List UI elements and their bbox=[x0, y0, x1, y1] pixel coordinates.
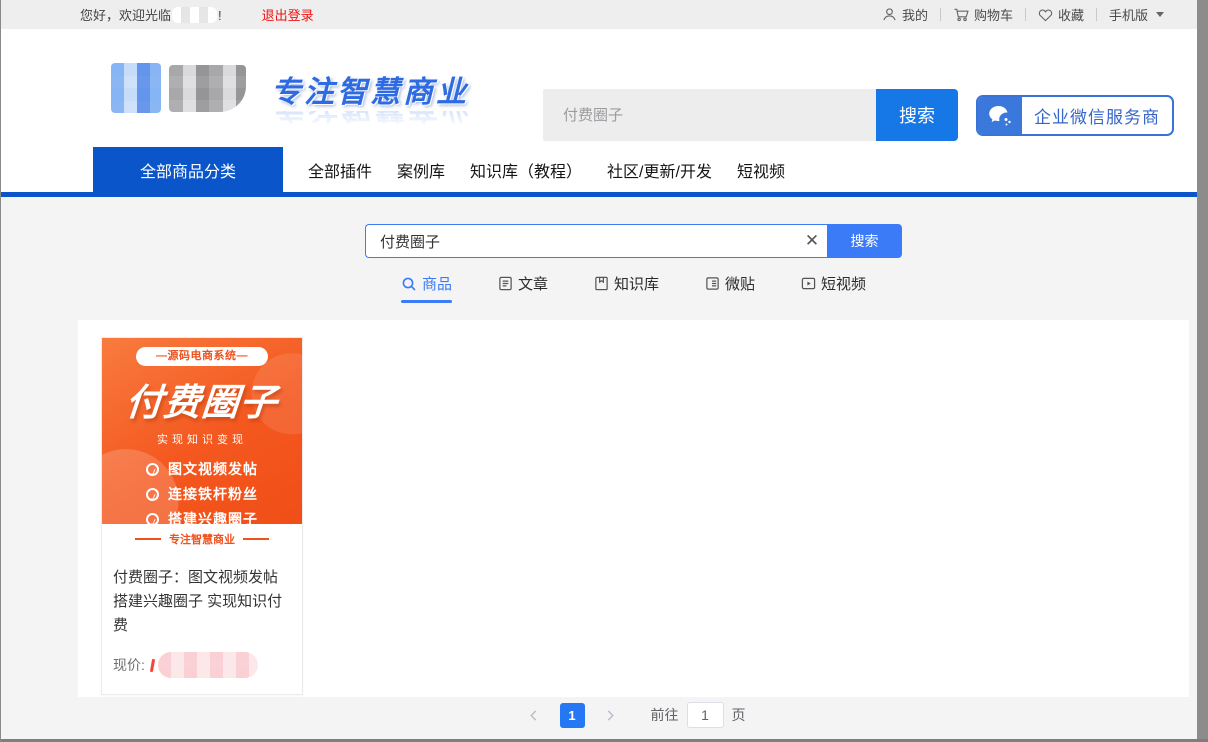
product-image: —源码电商系统— 付费圈子 实现知识变现 图文视频发帖 连接铁杆粉丝 搭建兴趣圈… bbox=[102, 338, 302, 524]
prev-page-button[interactable] bbox=[522, 703, 546, 728]
divider bbox=[243, 538, 269, 540]
product-image-features: 图文视频发帖 连接铁杆粉丝 搭建兴趣圈子 自定义建圈权限 bbox=[102, 457, 302, 524]
product-image-badge: —源码电商系统— bbox=[136, 347, 268, 366]
my-account-label: 我的 bbox=[902, 5, 928, 24]
page-unit-label: 页 bbox=[732, 705, 746, 725]
favorites-label: 收藏 bbox=[1058, 5, 1084, 24]
product-image-title: 付费圈子 bbox=[102, 372, 302, 426]
price-label: 现价: bbox=[113, 655, 145, 675]
tab-shortvideo-label: 短视频 bbox=[821, 273, 866, 294]
result-search-button[interactable]: 搜索 bbox=[827, 224, 902, 258]
topbar-links: 我的 购物车 收藏 手机版 bbox=[882, 0, 1164, 29]
slogan-block: 专注智慧商业 专注智慧商业 bbox=[271, 67, 471, 133]
tab-articles-label: 文章 bbox=[518, 273, 548, 294]
tab-shortvideo[interactable]: 短视频 bbox=[801, 273, 866, 303]
goto-label: 前往 bbox=[651, 705, 679, 725]
header-search-input[interactable] bbox=[543, 89, 876, 141]
tab-articles[interactable]: 文章 bbox=[498, 273, 548, 303]
goto-page-group: 前往 页 bbox=[651, 702, 746, 728]
header-search: 搜索 bbox=[543, 89, 958, 141]
product-image-footer-text: 专注智慧商业 bbox=[169, 531, 235, 547]
check-circle-icon bbox=[145, 462, 161, 478]
product-card[interactable]: —源码电商系统— 付费圈子 实现知识变现 图文视频发帖 连接铁杆粉丝 搭建兴趣圈… bbox=[101, 337, 303, 695]
mobile-version-label: 手机版 bbox=[1109, 5, 1148, 24]
next-page-button[interactable] bbox=[599, 703, 623, 728]
nav-item-community[interactable]: 社区/更新/开发 bbox=[607, 158, 712, 182]
slogan-reflection: 专注智慧商业 bbox=[271, 111, 471, 133]
wecom-chat-icon bbox=[978, 97, 1022, 134]
cart-icon bbox=[953, 7, 969, 22]
logout-link[interactable]: 退出登录 bbox=[262, 5, 314, 24]
divider bbox=[940, 8, 941, 21]
wecom-service-button[interactable]: 企业微信服务商 bbox=[976, 95, 1174, 136]
feature-item: 搭建兴趣圈子 bbox=[102, 507, 302, 524]
tab-knowledge[interactable]: 知识库 bbox=[594, 273, 659, 303]
cart-link[interactable]: 购物车 bbox=[953, 5, 1013, 24]
caret-down-icon bbox=[1156, 12, 1164, 17]
video-icon bbox=[801, 276, 816, 291]
feature-item: 连接铁杆粉丝 bbox=[102, 482, 302, 507]
check-circle-icon bbox=[145, 487, 161, 503]
goto-page-input[interactable] bbox=[687, 702, 724, 728]
tab-microposts[interactable]: 微贴 bbox=[705, 273, 755, 303]
pagination: 1 前往 页 bbox=[78, 702, 1189, 728]
nav-item-knowledge[interactable]: 知识库（教程） bbox=[470, 158, 582, 182]
scrollbar[interactable] bbox=[1197, 0, 1208, 742]
content-area: ✕ 搜索 商品 文章 知识库 bbox=[1, 197, 1208, 742]
nav-item-cases[interactable]: 案例库 bbox=[397, 158, 445, 182]
list-icon bbox=[705, 276, 720, 291]
nav-item-all-categories[interactable]: 全部商品分类 bbox=[93, 147, 283, 192]
results-panel: —源码电商系统— 付费圈子 实现知识变现 图文视频发帖 连接铁杆粉丝 搭建兴趣圈… bbox=[78, 320, 1189, 697]
nav-items: 全部插件 案例库 知识库（教程） 社区/更新/开发 短视频 bbox=[308, 147, 785, 192]
tab-goods-label: 商品 bbox=[422, 273, 452, 294]
divider bbox=[1025, 8, 1026, 21]
tab-goods[interactable]: 商品 bbox=[401, 273, 452, 303]
tab-microposts-label: 微贴 bbox=[725, 273, 755, 294]
tab-knowledge-label: 知识库 bbox=[614, 273, 659, 294]
browser-page: 您好，欢迎光临! 退出登录 我的 购物车 收藏 手机版 bbox=[0, 0, 1208, 742]
my-account-link[interactable]: 我的 bbox=[882, 5, 928, 24]
topbar: 您好，欢迎光临! 退出登录 我的 购物车 收藏 手机版 bbox=[1, 0, 1208, 29]
product-title[interactable]: 付费圈子：图文视频发帖 搭建兴趣圈子 实现知识付费 bbox=[102, 554, 302, 638]
greeting-text: 您好，欢迎光临! bbox=[80, 5, 222, 24]
book-icon bbox=[594, 276, 609, 291]
nav-item-shortvideo[interactable]: 短视频 bbox=[737, 158, 785, 182]
favorites-link[interactable]: 收藏 bbox=[1038, 5, 1084, 24]
search-icon bbox=[401, 276, 417, 292]
slogan-text: 专注智慧商业 bbox=[271, 67, 471, 111]
greeting-prefix: 您好，欢迎光临 bbox=[80, 8, 171, 23]
cart-label: 购物车 bbox=[974, 5, 1013, 24]
check-circle-icon bbox=[145, 512, 161, 524]
site-header: 专注智慧商业 专注智慧商业 搜索 企业微信服务商 bbox=[1, 29, 1208, 147]
site-logo-blurred[interactable] bbox=[111, 63, 161, 113]
greeting-suffix: ! bbox=[218, 8, 222, 23]
result-search-input[interactable] bbox=[366, 233, 797, 250]
price-currency-blurred bbox=[150, 658, 155, 671]
result-tabs: 商品 文章 知识库 微贴 短视频 bbox=[78, 273, 1189, 303]
main-nav: 全部商品分类 全部插件 案例库 知识库（教程） 社区/更新/开发 短视频 bbox=[1, 147, 1208, 192]
header-search-button[interactable]: 搜索 bbox=[876, 89, 958, 141]
product-image-subtitle: 实现知识变现 bbox=[102, 431, 302, 447]
price-value-blurred bbox=[158, 652, 258, 678]
user-icon bbox=[882, 7, 897, 22]
result-search-box: ✕ bbox=[365, 224, 827, 258]
feature-item: 图文视频发帖 bbox=[102, 457, 302, 482]
divider bbox=[1096, 8, 1097, 21]
close-icon[interactable]: ✕ bbox=[797, 225, 827, 257]
product-price-row: 现价: bbox=[102, 638, 302, 694]
page-number-button[interactable]: 1 bbox=[560, 703, 585, 728]
heart-icon bbox=[1038, 8, 1053, 22]
wecom-service-label: 企业微信服务商 bbox=[1022, 97, 1172, 134]
username-blurred bbox=[172, 7, 217, 23]
nav-item-plugins[interactable]: 全部插件 bbox=[308, 158, 372, 182]
product-image-footer: 专注智慧商业 bbox=[102, 524, 302, 554]
site-logo-text-blurred[interactable] bbox=[169, 65, 246, 112]
result-search-row: ✕ 搜索 bbox=[78, 197, 1189, 258]
mobile-version-menu[interactable]: 手机版 bbox=[1109, 5, 1164, 24]
article-icon bbox=[498, 276, 513, 291]
divider bbox=[135, 538, 161, 540]
